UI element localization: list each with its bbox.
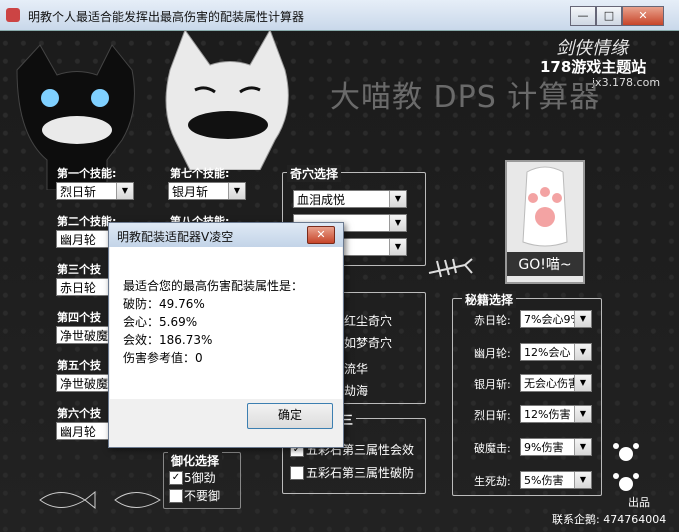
qixue-select-1[interactable]: 血泪成悦 ▼ [293, 190, 407, 208]
fish-decoration-icon [39, 490, 161, 510]
dialog-title: 明教配装适配器V凌空 [117, 230, 234, 244]
dropdown-arrow-icon: ▼ [389, 215, 406, 231]
miji-select-5[interactable]: 9%伤害 ▼ [520, 438, 592, 456]
minimize-button[interactable]: — [570, 6, 596, 26]
qixue-option-3: 流华 [344, 362, 369, 376]
miji-label-2: 幽月轮: [474, 347, 511, 360]
dropdown-arrow-icon: ▼ [116, 183, 133, 199]
result-dialog: 明教配装适配器V凌空 ✕ 最适合您的最高伤害配装属性是： 破防：49.76% 会… [108, 222, 344, 448]
dialog-title-bar: 明教配装适配器V凌空 ✕ [109, 223, 343, 247]
yuhua-label-1: 5御劲 [184, 471, 216, 485]
skill-1-value: 烈日斩 [60, 185, 97, 199]
skill-2-value: 幽月轮 [60, 233, 97, 247]
skill-5-value: 净世破魔 [60, 377, 109, 391]
skill-6-value: 幽月轮 [60, 425, 97, 439]
yuhua-label-2: 不要御 [184, 489, 221, 503]
go-button-label: GO!喵~ [507, 252, 583, 276]
skill-6-label: 第六个技 [57, 407, 101, 420]
yuhua-check-1[interactable]: ✓ [169, 471, 183, 485]
miji-select-2[interactable]: 12%会心 ▼ [520, 343, 592, 361]
banner-title: 大喵教 DPS 计算器 [330, 80, 601, 115]
miji-select-6[interactable]: 5%伤害 ▼ [520, 471, 592, 489]
dialog-line-damage: 伤害参考值：0 [123, 351, 203, 365]
miji-value-4: 12%伤害 [524, 408, 571, 421]
skill-1-label: 第一个技能: [57, 167, 117, 180]
skill-2-select[interactable]: 幽月轮 [56, 230, 112, 248]
yuhua-title: 御化选择 [168, 452, 223, 469]
dropdown-arrow-icon: ▼ [574, 311, 591, 327]
skill-7-label: 第七个技能: [170, 167, 230, 180]
dialog-close-button[interactable]: ✕ [307, 226, 335, 244]
maximize-button[interactable]: □ [596, 6, 622, 26]
dropdown-arrow-icon: ▼ [574, 344, 591, 360]
skill-4-label: 第四个技 [57, 311, 101, 324]
dropdown-arrow-icon: ▼ [228, 183, 245, 199]
dialog-heading: 最适合您的最高伤害配装属性是： [123, 279, 304, 293]
dropdown-arrow-icon: ▼ [574, 406, 591, 422]
app-icon [6, 8, 20, 22]
miji-value-1: 7%会心9% [524, 313, 581, 326]
qixue-option-4: 劫海 [344, 384, 369, 398]
miji-label-6: 生死劫: [474, 475, 511, 488]
wucai-label-2: 五彩石第三属性破防 [306, 466, 415, 480]
window-title: 明教个人最适合能发挥出最高伤害的配装属性计算器 [28, 10, 305, 24]
dialog-body: 最适合您的最高伤害配装属性是： 破防：49.76% 会心：5.69% 会效：18… [110, 247, 342, 399]
dropdown-arrow-icon: ▼ [389, 191, 406, 207]
miji-value-6: 5%伤害 [524, 474, 564, 487]
miji-label-1: 赤日轮: [474, 314, 511, 327]
miji-select-3[interactable]: 无会心伤害 ▼ [520, 374, 592, 392]
qixue-value-1: 血泪成悦 [297, 193, 346, 207]
skill-3-select[interactable]: 赤日轮 [56, 278, 112, 296]
miji-select-4[interactable]: 12%伤害 ▼ [520, 405, 592, 423]
skill-5-label: 第五个技 [57, 359, 101, 372]
qixue-option-1: 红尘奇穴 [344, 314, 393, 328]
skill-3-label: 第三个技 [57, 263, 101, 276]
dialog-line-pofang: 破防：49.76% [123, 297, 205, 311]
fishbone-icon [428, 258, 473, 278]
qixue-option-2: 如梦奇穴 [344, 336, 393, 350]
miji-select-1[interactable]: 7%会心9% ▼ [520, 310, 592, 328]
wucai-check-2[interactable] [290, 466, 304, 480]
paw-print-icon [613, 443, 639, 491]
title-bar: 明教个人最适合能发挥出最高伤害的配装属性计算器 — □ ✕ [0, 0, 679, 31]
skill-3-value: 赤日轮 [60, 281, 97, 295]
miji-value-2: 12%会心 [524, 346, 571, 359]
dialog-line-huixiao: 会效：186.73% [123, 333, 213, 347]
skill-7-value: 银月斩 [172, 185, 209, 199]
miji-label-5: 破魔击: [474, 442, 511, 455]
yuhua-check-2[interactable] [169, 489, 183, 503]
go-button[interactable]: GO!喵~ [505, 160, 585, 284]
dialog-line-huixin: 会心：5.69% [123, 315, 198, 329]
miji-label-4: 烈日斩: [474, 409, 511, 422]
skill-1-select[interactable]: 烈日斩 ▼ [56, 182, 134, 200]
paw-icon [522, 166, 568, 247]
skill-6-select[interactable]: 幽月轮 [56, 422, 112, 440]
skill-4-value: 净世破魔 [60, 329, 109, 343]
qixue-title: 奇穴选择 [287, 165, 342, 182]
skill-4-select[interactable]: 净世破魔 [56, 326, 112, 344]
site-url: jx3.178.com [592, 76, 661, 89]
miji-title: 秘籍选择 [462, 291, 517, 308]
dropdown-arrow-icon: ▼ [574, 472, 591, 488]
dropdown-arrow-icon: ▼ [574, 375, 591, 391]
miji-value-5: 9%伤害 [524, 441, 564, 454]
app-window: 明教个人最适合能发挥出最高伤害的配装属性计算器 — □ ✕ 剑侠情缘 178游戏… [0, 0, 679, 532]
footer-credit: 出品 [628, 496, 650, 509]
white-cat-illustration [165, 30, 289, 170]
skill-5-select[interactable]: 净世破魔 [56, 374, 112, 392]
skill-7-select[interactable]: 银月斩 ▼ [168, 182, 246, 200]
dropdown-arrow-icon: ▼ [389, 239, 406, 255]
footer-contact: 联系企鹅: 474764004 [552, 513, 667, 526]
dialog-ok-button[interactable]: 确定 [247, 403, 333, 429]
miji-label-3: 银月斩: [474, 378, 511, 391]
miji-value-3: 无会心伤害 [524, 377, 579, 390]
close-button[interactable]: ✕ [622, 6, 664, 26]
dropdown-arrow-icon: ▼ [574, 439, 591, 455]
